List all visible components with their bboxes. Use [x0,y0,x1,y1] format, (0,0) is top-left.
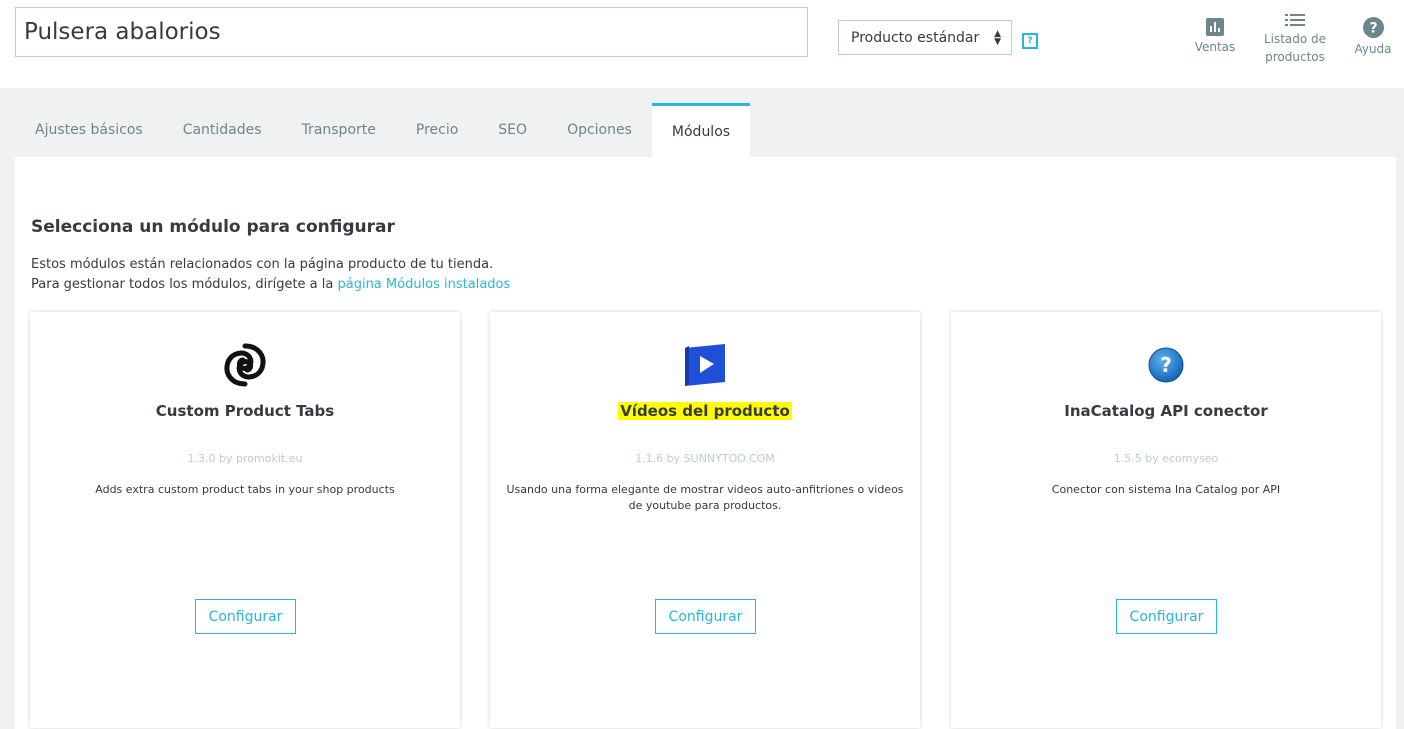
module-description: Usando una forma elegante de mostrar vid… [506,483,904,512]
help-label: Ayuda [1354,42,1392,56]
tab-quantities[interactable]: Cantidades [163,103,282,157]
sales-button[interactable]: Ventas [1192,18,1238,56]
tab-seo[interactable]: SEO [478,103,547,157]
product-list-label: Listado de productos [1263,32,1327,64]
product-tabs: Ajustes básicos Cantidades Transporte Pr… [15,103,751,157]
question-globe-icon: ? [1142,341,1190,389]
swirl-logo-icon [221,341,269,389]
panel-title: Selecciona un módulo para configurar [31,217,395,237]
modules-panel: Selecciona un módulo para configurar Est… [15,157,1396,729]
highlighted-module-name: Vídeos del producto [618,402,792,420]
list-icon [1285,14,1305,26]
module-card: Custom Product Tabs 1.3.0 by promokit.eu… [30,312,460,728]
help-button[interactable]: ? Ayuda [1350,17,1396,58]
module-description: Conector con sistema Ina Catalog por API [1051,483,1281,496]
svg-text:?: ? [1369,21,1377,37]
module-version: 1.1.6 by SUNNYTOO.COM [635,452,775,465]
module-version: 1.5.5 by ecomyseo [1113,452,1219,465]
module-card: Vídeos del producto 1.1.6 by SUNNYTOO.CO… [490,312,920,728]
configure-button[interactable]: Configurar [195,599,296,634]
product-list-button[interactable]: Listado de productos [1260,12,1330,66]
svg-text:?: ? [1160,353,1172,377]
module-description: Adds extra custom product tabs in your s… [95,483,395,496]
installed-modules-link[interactable]: página Módulos instalados [337,277,510,292]
product-type-select[interactable]: Producto estándar ▲ ▼ [838,20,1012,55]
product-type-help-icon[interactable]: ? [1022,33,1038,49]
configure-button[interactable]: Configurar [1116,599,1217,634]
tab-options[interactable]: Opciones [547,103,652,157]
module-name: Custom Product Tabs [155,402,335,420]
page-header: Producto estándar ▲▼ ? Ventas Listado de… [0,0,1404,88]
module-version: 1.3.0 by promokit.eu [187,452,303,465]
panel-desc-line2: Para gestionar todos los módulos, diríge… [31,275,510,295]
module-card: ? InaCatalog API conector 1.5.5 by ecomy… [951,312,1381,728]
help-icon: ? [1362,17,1384,38]
product-type-value: Producto estándar [851,29,980,46]
product-name-input[interactable] [15,7,808,57]
video-play-icon [681,341,729,389]
panel-description: Estos módulos están relacionados con la … [31,255,510,295]
module-name: InaCatalog API conector [1064,402,1268,420]
module-name: Vídeos del producto [490,402,920,420]
panel-desc-line1: Estos módulos están relacionados con la … [31,257,494,272]
configure-button[interactable]: Configurar [655,599,756,634]
tab-shipping[interactable]: Transporte [282,103,396,157]
tab-price[interactable]: Precio [396,103,478,157]
tab-modules[interactable]: Módulos [651,103,751,157]
panel-desc-prefix: Para gestionar todos los módulos, diríge… [31,277,338,292]
sales-label: Ventas [1194,40,1236,54]
chart-icon [1206,18,1224,36]
tab-basic-settings[interactable]: Ajustes básicos [15,103,163,157]
select-caret-icon: ▲ ▼ [994,29,1001,47]
